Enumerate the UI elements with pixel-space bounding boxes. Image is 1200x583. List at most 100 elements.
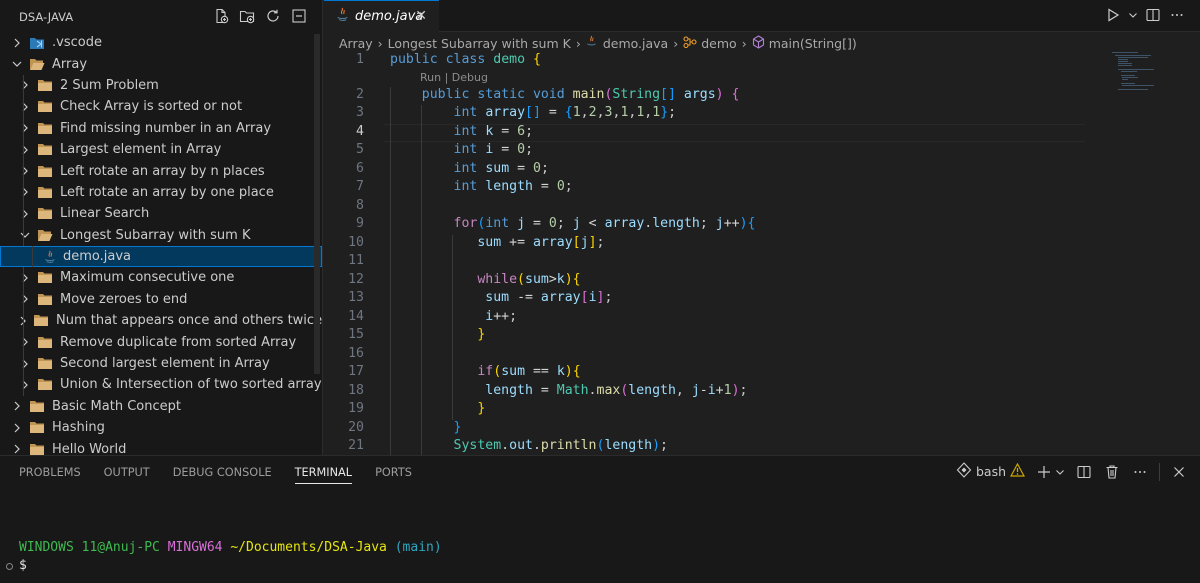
tab-demo-java[interactable]: demo.java ✕ bbox=[324, 0, 439, 32]
tree-item-move-zeroes-to-end[interactable]: Move zeroes to end bbox=[0, 288, 322, 311]
class-icon bbox=[683, 35, 697, 51]
tab-debug-console[interactable]: DEBUG CONSOLE bbox=[173, 456, 272, 488]
tab-problems[interactable]: PROBLEMS bbox=[19, 456, 81, 488]
tree-item-left-rotate-an-array-by-one-place[interactable]: Left rotate an array by one place bbox=[0, 181, 322, 204]
line-number: 2 bbox=[356, 86, 364, 102]
tree-item-num-that-appears-once-and-others-twice[interactable]: Num that appears once and others twice bbox=[0, 310, 322, 332]
chevron-right-icon[interactable] bbox=[17, 122, 33, 134]
indent-guide bbox=[23, 181, 24, 204]
code-line: 18 length = Math.max(length, j-i+1); bbox=[324, 382, 1200, 401]
terminal-shell-selector[interactable]: bash bbox=[956, 462, 1026, 481]
tree-item-second-largest-element-in-array[interactable]: Second largest element in Array bbox=[0, 352, 322, 375]
indent-guide bbox=[23, 74, 24, 97]
terminal-icon bbox=[956, 462, 972, 481]
chevron-right-icon[interactable] bbox=[9, 37, 25, 49]
trash-icon[interactable] bbox=[1103, 463, 1121, 481]
close-icon[interactable]: ✕ bbox=[415, 8, 427, 24]
new-file-icon[interactable] bbox=[212, 7, 230, 25]
chevron-right-icon[interactable] bbox=[17, 379, 33, 391]
chevron-right-icon[interactable] bbox=[17, 79, 33, 91]
code-editor[interactable]: 1 public class demo { Run | Debug 2 publ… bbox=[324, 52, 1200, 455]
code-line: 16 bbox=[324, 345, 1200, 364]
refresh-icon[interactable] bbox=[264, 7, 282, 25]
tree-item-label: Find missing number in an Array bbox=[60, 120, 272, 136]
tree-item-array[interactable]: Array bbox=[0, 53, 322, 74]
codelens[interactable]: Run | Debug bbox=[324, 71, 1200, 87]
tree-item-label: Longest Subarray with sum K bbox=[60, 227, 251, 243]
indent-guide bbox=[23, 331, 24, 353]
split-terminal-icon[interactable] bbox=[1075, 463, 1093, 481]
add-terminal-icon[interactable] bbox=[1035, 463, 1053, 481]
terminal[interactable]: WINDOWS 11@Anuj-PC MINGW64 ~/Documents/D… bbox=[0, 540, 1200, 576]
java-icon bbox=[336, 7, 349, 26]
chevron-right-icon[interactable] bbox=[17, 208, 33, 220]
breadcrumb-method[interactable]: main(String[]) bbox=[752, 34, 857, 52]
chevron-right-icon[interactable] bbox=[9, 400, 25, 412]
tree-item-linear-search[interactable]: Linear Search bbox=[0, 203, 322, 225]
line-number: 1 bbox=[356, 52, 364, 67]
tree-item-longest-subarray-with-sum-k[interactable]: Longest Subarray with sum K bbox=[0, 224, 322, 246]
tab-label: demo.java bbox=[355, 9, 424, 24]
chevron-down-icon[interactable] bbox=[9, 58, 25, 70]
breadcrumb-class-label: demo bbox=[701, 35, 737, 51]
code-line: 19 } bbox=[324, 401, 1200, 420]
chevron-right-icon[interactable] bbox=[17, 336, 33, 348]
chevron-right-icon[interactable] bbox=[17, 101, 33, 113]
minimap[interactable] bbox=[1112, 52, 1182, 92]
breadcrumb-folder[interactable]: Longest Subarray with sum K bbox=[388, 36, 571, 51]
folder-icon bbox=[37, 122, 53, 135]
tree-item-vscode[interactable]: .vscode bbox=[0, 32, 322, 53]
tree-item-find-missing-number-in-an-array[interactable]: Find missing number in an Array bbox=[0, 117, 322, 139]
editor-area: demo.java ✕ Array › Longest Subarray wit… bbox=[324, 0, 1200, 455]
chevron-right-icon[interactable] bbox=[17, 293, 33, 305]
tree-item-maximum-consecutive-one[interactable]: Maximum consecutive one bbox=[0, 267, 322, 289]
chevron-down-icon[interactable] bbox=[1128, 6, 1138, 24]
chevron-right-icon[interactable] bbox=[17, 186, 33, 198]
tree-item-label: Left rotate an array by n places bbox=[60, 163, 265, 179]
breadcrumb-file[interactable]: demo.java bbox=[586, 35, 668, 51]
tree-item-check-array-is-sorted-or-not[interactable]: Check Array is sorted or not bbox=[0, 96, 322, 118]
tab-output[interactable]: OUTPUT bbox=[104, 456, 150, 488]
tree-item-union-intersection-of-two-sorted-array[interactable]: Union & Intersection of two sorted array bbox=[0, 374, 322, 396]
chevron-right-icon[interactable] bbox=[9, 422, 25, 434]
line-number: 20 bbox=[348, 419, 364, 435]
tab-terminal[interactable]: TERMINAL bbox=[294, 456, 353, 488]
new-folder-icon[interactable] bbox=[238, 7, 256, 25]
file-item-demo-java[interactable]: demo.java bbox=[0, 245, 322, 268]
chevron-right-icon: › bbox=[673, 35, 679, 51]
tree-item-2-sum-problem[interactable]: 2 Sum Problem bbox=[0, 74, 322, 97]
tree-item-hashing[interactable]: Hashing bbox=[0, 417, 322, 438]
chevron-down-icon[interactable] bbox=[1055, 463, 1065, 481]
chevron-right-icon[interactable] bbox=[17, 358, 33, 370]
tree-item-remove-duplicate-from-sorted-array[interactable]: Remove duplicate from sorted Array bbox=[0, 331, 322, 353]
tab-ports[interactable]: PORTS bbox=[375, 456, 412, 488]
chevron-right-icon[interactable] bbox=[17, 272, 33, 284]
breadcrumb-array[interactable]: Array bbox=[339, 36, 373, 51]
bottom-panel: PROBLEMS OUTPUT DEBUG CONSOLE TERMINAL P… bbox=[0, 455, 1200, 583]
prompt-branch: (main) bbox=[394, 540, 442, 555]
prompt-path: ~/Documents/DSA-Java bbox=[230, 540, 387, 555]
codelens-run-debug[interactable]: Run | Debug bbox=[420, 71, 488, 84]
folder-icon bbox=[37, 165, 53, 178]
run-icon[interactable] bbox=[1104, 6, 1122, 24]
tree-item-left-rotate-an-array-by-n-places[interactable]: Left rotate an array by n places bbox=[0, 160, 322, 182]
terminal-input-line[interactable]: $ bbox=[0, 558, 1200, 576]
chevron-right-icon[interactable] bbox=[9, 443, 25, 455]
close-icon[interactable] bbox=[1170, 463, 1188, 481]
chevron-right-icon: › bbox=[575, 35, 581, 51]
more-actions-icon[interactable] bbox=[1131, 463, 1149, 481]
tree-item-label: Basic Math Concept bbox=[52, 398, 181, 414]
tree-item-basic-math-concept[interactable]: Basic Math Concept bbox=[0, 396, 322, 417]
more-actions-icon[interactable] bbox=[1168, 6, 1186, 24]
indent-guide bbox=[23, 352, 24, 375]
chevron-right-icon[interactable] bbox=[17, 165, 33, 177]
sidebar-scrollbar[interactable] bbox=[314, 34, 320, 374]
tree-item-label: Linear Search bbox=[60, 206, 150, 222]
split-editor-icon[interactable] bbox=[1144, 6, 1162, 24]
breadcrumb-class[interactable]: demo bbox=[683, 35, 737, 51]
collapse-icon[interactable] bbox=[290, 7, 308, 25]
chevron-down-icon[interactable] bbox=[17, 229, 33, 241]
tree-item-largest-element-in-array[interactable]: Largest element in Array bbox=[0, 138, 322, 161]
chevron-right-icon[interactable] bbox=[17, 144, 33, 156]
code-line-active: 4 int k = 6; bbox=[324, 123, 1200, 142]
